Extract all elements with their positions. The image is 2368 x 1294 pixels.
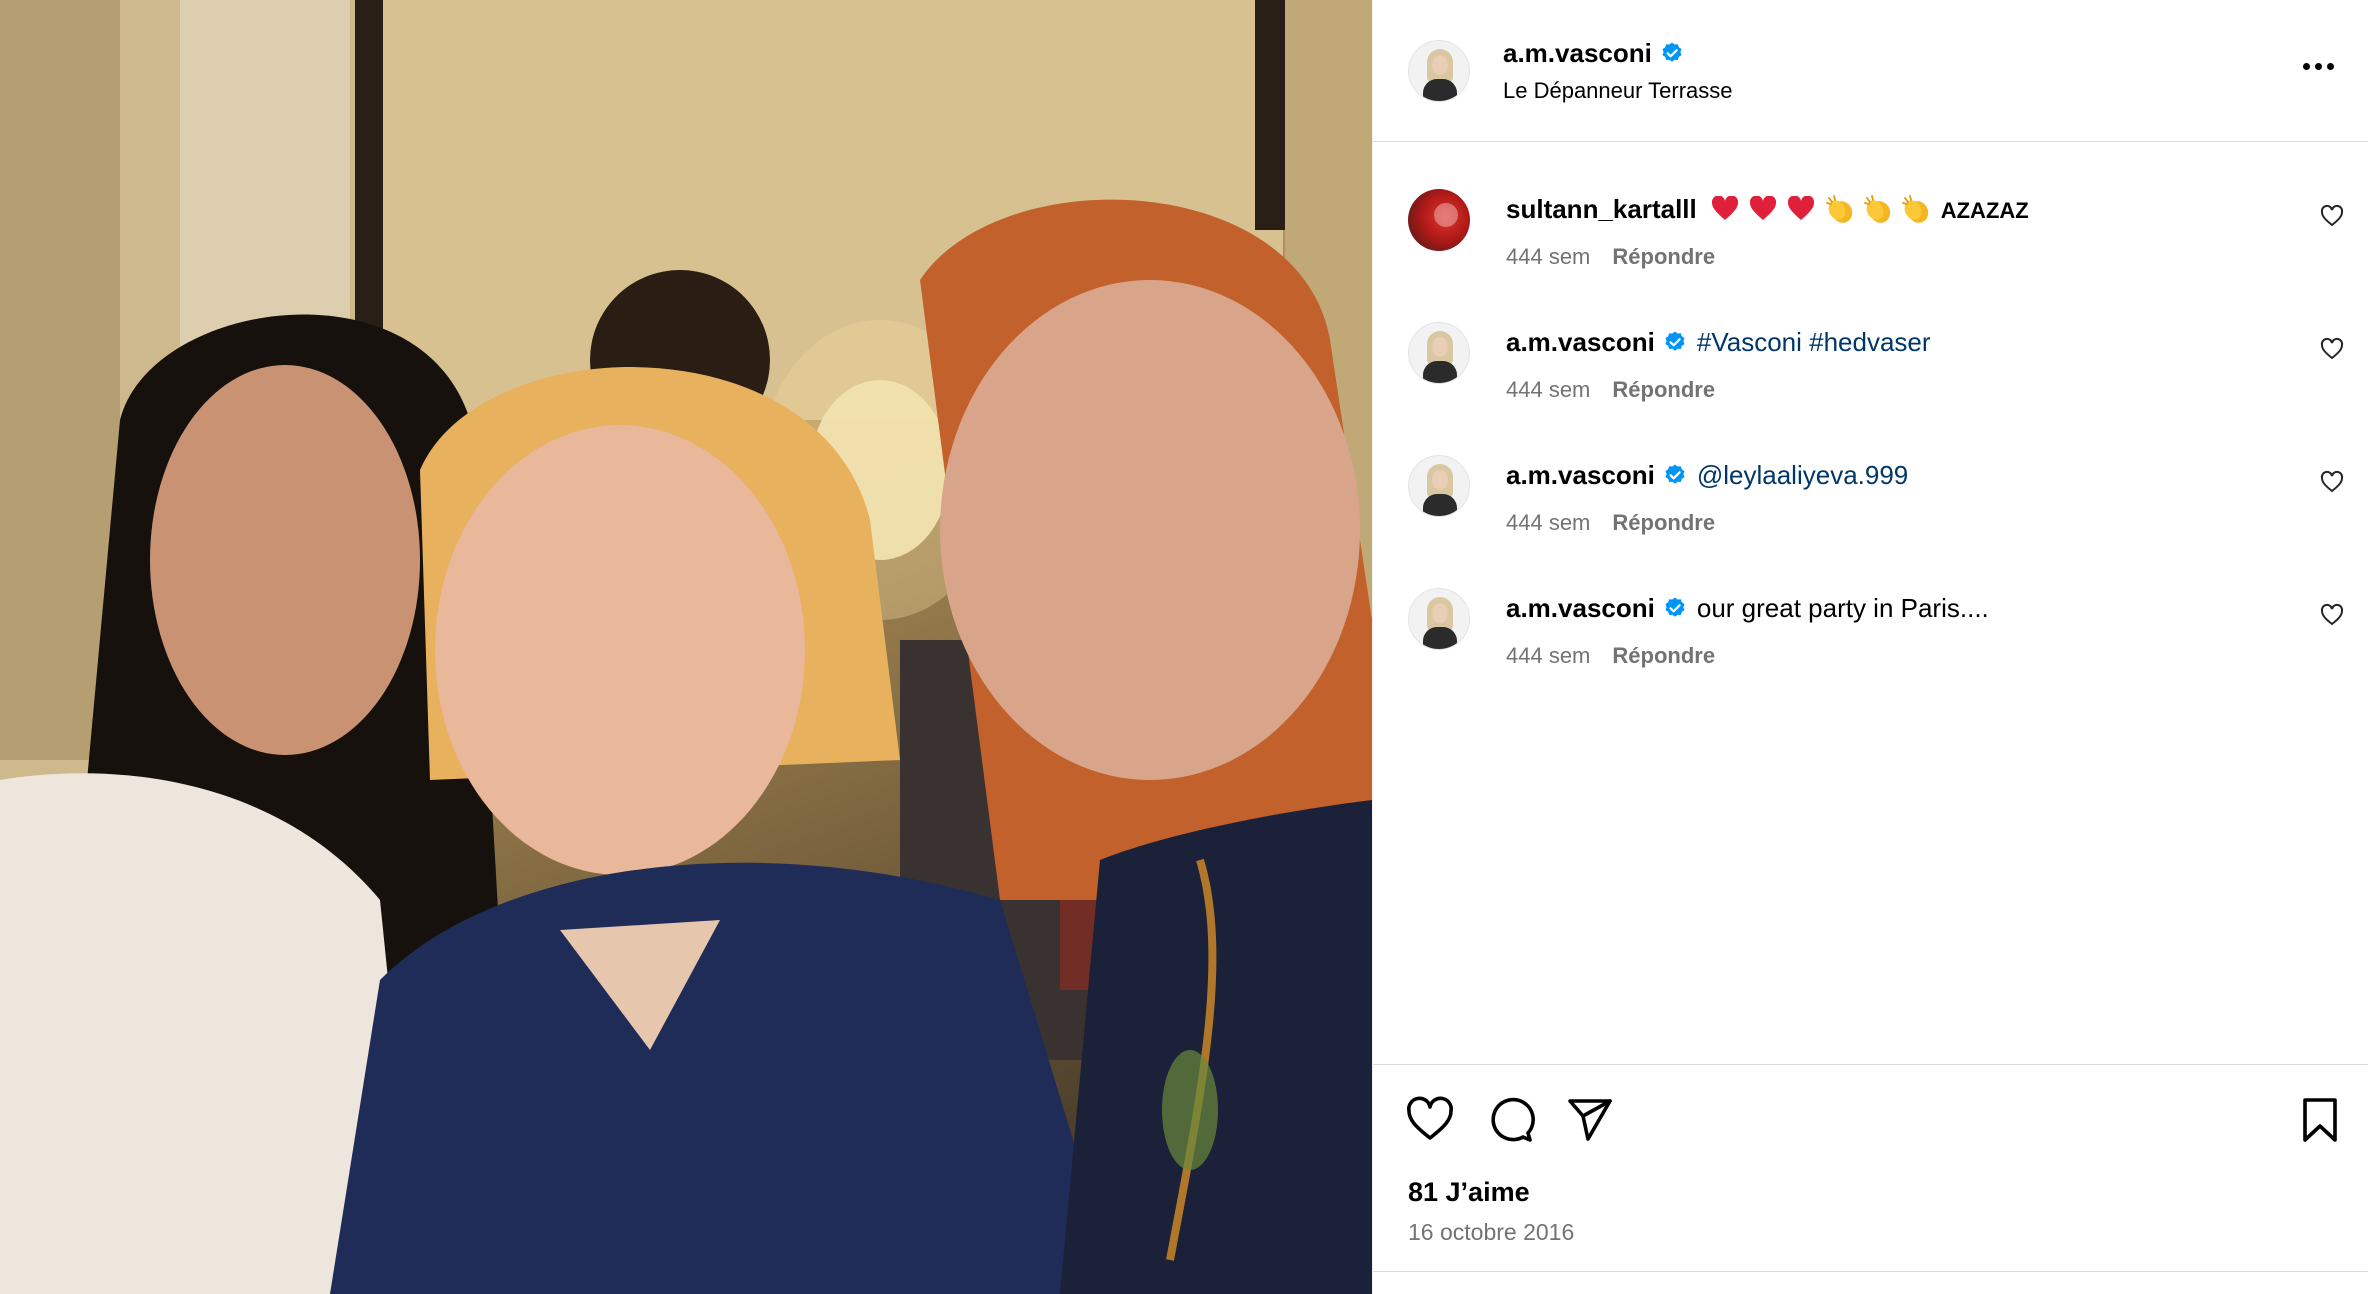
comment-icon[interactable] [1485, 1095, 1535, 1145]
comment-emojis [1711, 194, 1939, 224]
comment-meta: 444 sem Répondre [1506, 377, 1715, 403]
comment-item: sultann_kartalll AZAZAZ 444 sem Répondre [1373, 142, 2368, 272]
likes-count[interactable]: 81 J’aime [1408, 1177, 1530, 1208]
reply-button[interactable]: Répondre [1612, 510, 1715, 535]
post-details-panel: a.m.vasconi Le Dépanneur Terrasse sultan… [1372, 0, 2368, 1294]
verified-badge-icon [1662, 42, 1682, 62]
ellipsis-icon[interactable] [2303, 60, 2337, 72]
commenter-avatar[interactable] [1408, 189, 1470, 251]
verified-badge-icon [1665, 464, 1685, 484]
comment-text: AZAZAZ [1940, 198, 2029, 223]
comment-line: a.m.vasconi our great party in Paris.... [1506, 591, 1989, 625]
verified-badge-icon [1665, 597, 1685, 617]
commenter-avatar[interactable] [1408, 588, 1470, 650]
heart-icon[interactable] [1405, 1095, 1455, 1145]
commenter-avatar[interactable] [1408, 322, 1470, 384]
comment-username[interactable]: a.m.vasconi [1506, 460, 1655, 490]
commenter-avatar[interactable] [1408, 455, 1470, 517]
comment-line: sultann_kartalll AZAZAZ [1506, 192, 2029, 228]
photo-scene [0, 0, 1372, 1294]
verified-badge-icon [1665, 331, 1685, 351]
reply-button[interactable]: Répondre [1612, 244, 1715, 269]
comment-meta: 444 sem Répondre [1506, 510, 1715, 536]
post-date: 16 octobre 2016 [1408, 1219, 1575, 1245]
bookmark-icon[interactable] [2295, 1095, 2345, 1145]
comment-age: 444 sem [1506, 244, 1591, 269]
comment-like-heart-icon[interactable] [2320, 204, 2344, 228]
reply-button[interactable]: Répondre [1612, 377, 1715, 402]
comment-like-heart-icon[interactable] [2320, 337, 2344, 361]
red-heart-emoji [1711, 196, 1738, 220]
comment-line: a.m.vasconi @leylaaliyeva.999 [1506, 458, 1908, 492]
comment-age: 444 sem [1506, 510, 1591, 535]
red-heart-emoji [1787, 196, 1814, 220]
comment-item: a.m.vasconi #Vasconi #hedvaser 444 sem Rép… [1373, 275, 2368, 405]
owner-username-text[interactable]: a.m.vasconi [1503, 38, 1652, 68]
divider [1373, 1271, 2368, 1272]
comment-text[interactable]: @leylaaliyeva.999 [1697, 460, 1908, 490]
comment-like-heart-icon[interactable] [2320, 470, 2344, 494]
post-header: a.m.vasconi Le Dépanneur Terrasse [1373, 0, 2368, 142]
reply-button[interactable]: Répondre [1612, 643, 1715, 668]
share-icon[interactable] [1565, 1095, 1615, 1145]
comment-age: 444 sem [1506, 643, 1591, 668]
comment-meta: 444 sem Répondre [1506, 643, 1715, 669]
red-heart-emoji [1749, 196, 1776, 220]
comment-username[interactable]: a.m.vasconi [1506, 327, 1655, 357]
owner-avatar[interactable] [1408, 40, 1470, 102]
clapping-hands-emoji [1825, 195, 1852, 223]
comment-meta: 444 sem Répondre [1506, 244, 1715, 270]
clapping-hands-emoji [1863, 195, 1890, 223]
post-actions: 81 J’aime 16 octobre 2016 [1373, 1064, 2368, 1294]
comment-item: a.m.vasconi @leylaaliyeva.999 444 sem Répo… [1373, 408, 2368, 538]
comment-age: 444 sem [1506, 377, 1591, 402]
comment-line: a.m.vasconi #Vasconi #hedvaser [1506, 325, 1931, 359]
comment-username[interactable]: a.m.vasconi [1506, 593, 1655, 623]
comment-username[interactable]: sultann_kartalll [1506, 194, 1697, 224]
clapping-hands-emoji [1901, 195, 1928, 223]
owner-username[interactable]: a.m.vasconi [1503, 38, 1684, 69]
comment-text: our great party in Paris.... [1696, 593, 1989, 623]
post-photo[interactable] [0, 0, 1372, 1294]
comment-item: a.m.vasconi our great party in Paris.... … [1373, 541, 2368, 671]
comment-text[interactable]: #Vasconi #hedvaser [1697, 327, 1931, 357]
post-location[interactable]: Le Dépanneur Terrasse [1503, 78, 1733, 104]
comment-like-heart-icon[interactable] [2320, 603, 2344, 627]
